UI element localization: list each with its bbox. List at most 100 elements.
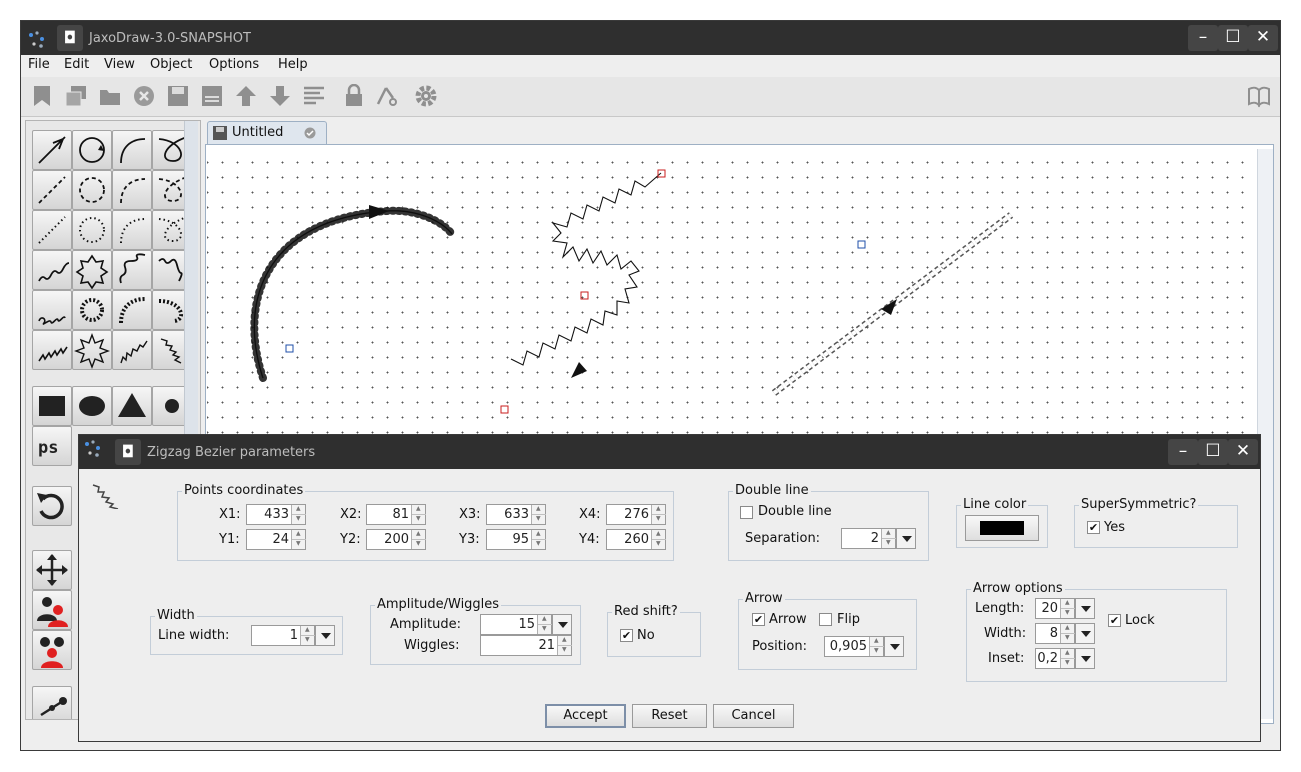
- window-menu-button[interactable]: ◘: [57, 25, 83, 51]
- duplicate-icon[interactable]: [64, 84, 88, 108]
- x3-spinner[interactable]: 633 ▲ ▼: [486, 504, 546, 525]
- scalar-loop-tool[interactable]: [72, 170, 112, 210]
- group-tool[interactable]: [32, 630, 72, 670]
- photon-arc-tool[interactable]: [112, 250, 152, 290]
- amplitude-dropdown-button[interactable]: [552, 614, 572, 635]
- connect-tool[interactable]: [32, 686, 72, 719]
- blob-tool[interactable]: [72, 386, 112, 426]
- line-width-spin-arrows[interactable]: ▲ ▼: [300, 626, 315, 645]
- close-icon[interactable]: [132, 84, 156, 108]
- position-spinner[interactable]: 0,905 ▲ ▼: [824, 636, 884, 657]
- menu-file[interactable]: File: [28, 57, 50, 72]
- undo-tool[interactable]: [32, 486, 72, 526]
- point4-handle[interactable]: [500, 405, 509, 414]
- separation-spinner[interactable]: 2 ▲ ▼: [841, 528, 896, 549]
- y2-spin-arrows[interactable]: ▲ ▼: [411, 530, 426, 549]
- tab-close-icon[interactable]: [304, 127, 316, 139]
- gluon-loop-tool[interactable]: [72, 290, 112, 330]
- arrow-length-dropdown-button[interactable]: [1075, 598, 1095, 619]
- x2-spinner[interactable]: 81 ▲ ▼: [366, 504, 426, 525]
- x1-spin-arrows[interactable]: ▲ ▼: [291, 505, 306, 524]
- dialog-minimize-button[interactable]: –: [1168, 439, 1198, 465]
- double-line-checkbox[interactable]: [740, 506, 753, 519]
- cancel-button[interactable]: Cancel: [713, 704, 794, 728]
- menu-view[interactable]: View: [104, 57, 135, 72]
- align-icon[interactable]: [302, 84, 326, 108]
- fermion-arc-tool[interactable]: [112, 130, 152, 170]
- dialog-window-menu-button[interactable]: ◘: [115, 439, 141, 465]
- zigzag-line-tool[interactable]: [32, 330, 72, 370]
- settings-icon[interactable]: [414, 84, 438, 108]
- reset-button[interactable]: Reset: [632, 704, 707, 728]
- x4-spinner[interactable]: 276 ▲ ▼: [606, 504, 666, 525]
- dialog-close-button[interactable]: ✕: [1228, 439, 1258, 465]
- y3-spinner[interactable]: 95 ▲ ▼: [486, 529, 546, 550]
- y2-spinner[interactable]: 200 ▲ ▼: [366, 529, 426, 550]
- menu-help[interactable]: Help: [278, 57, 308, 72]
- accept-button[interactable]: Accept: [545, 704, 626, 728]
- x3-spin-arrows[interactable]: ▲ ▼: [531, 505, 546, 524]
- position-spin-arrows[interactable]: ▲ ▼: [869, 637, 884, 656]
- amplitude-spinner[interactable]: 15 ▲ ▼: [480, 614, 552, 635]
- move-up-icon[interactable]: [234, 84, 258, 108]
- menu-options[interactable]: Options: [209, 57, 259, 72]
- line-width-spinner[interactable]: 1 ▲ ▼: [251, 625, 315, 646]
- gluon-arc-object[interactable]: [253, 210, 453, 379]
- amplitude-spin-arrows[interactable]: ▲ ▼: [537, 615, 552, 634]
- lock-icon[interactable]: [342, 84, 366, 108]
- box-tool[interactable]: [32, 386, 72, 426]
- line-width-dropdown-button[interactable]: [315, 625, 335, 646]
- arrow-length-spinner[interactable]: 20 ▲ ▼: [1035, 598, 1075, 619]
- ghost-arc-tool[interactable]: [112, 210, 152, 250]
- save-as-icon[interactable]: [200, 84, 224, 108]
- move-down-icon[interactable]: [268, 84, 292, 108]
- fermion-line-tool[interactable]: [32, 130, 72, 170]
- photon-line-tool[interactable]: [32, 250, 72, 290]
- fermion-loop-tool[interactable]: [72, 130, 112, 170]
- arrow-width-spinner[interactable]: 8 ▲ ▼: [1035, 623, 1075, 644]
- point2-handle[interactable]: [580, 291, 589, 300]
- control-point-handle[interactable]: [285, 344, 294, 353]
- separation-spin-arrows[interactable]: ▲ ▼: [881, 529, 896, 548]
- postscript-text-tool[interactable]: ps: [32, 426, 72, 466]
- scalar-line-tool[interactable]: [32, 170, 72, 210]
- arrow-width-dropdown-button[interactable]: [1075, 623, 1095, 644]
- maximize-button[interactable]: ☐: [1218, 25, 1248, 51]
- arrow-inset-spinner[interactable]: 0,2 ▲ ▼: [1035, 648, 1075, 669]
- x1-spinner[interactable]: 433 ▲ ▼: [246, 504, 306, 525]
- arrow-length-spin-arrows[interactable]: ▲ ▼: [1060, 599, 1075, 618]
- menu-edit[interactable]: Edit: [64, 57, 89, 72]
- wiggles-spin-arrows[interactable]: ▲ ▼: [557, 636, 572, 655]
- triangle-tool[interactable]: [112, 386, 152, 426]
- control-point-handle-2[interactable]: [857, 240, 866, 249]
- wiggles-spinner[interactable]: 21 ▲ ▼: [480, 635, 572, 656]
- position-dropdown-button[interactable]: [884, 636, 904, 657]
- zigzag-arc-tool[interactable]: [112, 330, 152, 370]
- open-folder-icon[interactable]: [98, 84, 122, 108]
- move-tool[interactable]: [32, 550, 72, 590]
- zigzag-loop-tool[interactable]: [72, 330, 112, 370]
- red-shift-checkbox[interactable]: ✔: [620, 629, 633, 642]
- zigzag-bezier-object[interactable]: [510, 172, 662, 366]
- scalar-arc-tool[interactable]: [112, 170, 152, 210]
- tab-untitled[interactable]: Untitled: [207, 121, 327, 145]
- close-window-button[interactable]: ✕: [1248, 25, 1278, 51]
- arrow-inset-dropdown-button[interactable]: [1075, 648, 1095, 669]
- point1-handle[interactable]: [657, 169, 666, 178]
- gluon-line-tool[interactable]: [32, 290, 72, 330]
- dialog-maximize-button[interactable]: ☐: [1198, 439, 1228, 465]
- y1-spin-arrows[interactable]: ▲ ▼: [291, 530, 306, 549]
- y4-spin-arrows[interactable]: ▲ ▼: [651, 530, 666, 549]
- arrow-lock-checkbox[interactable]: ✔: [1108, 614, 1121, 627]
- menu-object[interactable]: Object: [150, 57, 192, 72]
- save-icon[interactable]: [166, 84, 190, 108]
- supersymmetric-checkbox[interactable]: ✔: [1087, 521, 1100, 534]
- y4-spinner[interactable]: 260 ▲ ▼: [606, 529, 666, 550]
- manual-book-icon[interactable]: [1247, 84, 1271, 108]
- y3-spin-arrows[interactable]: ▲ ▼: [531, 530, 546, 549]
- copy-tool[interactable]: [32, 590, 72, 630]
- arrow-checkbox[interactable]: ✔: [752, 613, 765, 626]
- ghost-line-tool[interactable]: [32, 210, 72, 250]
- gluon-arc-tool[interactable]: [112, 290, 152, 330]
- photon-loop-tool[interactable]: [72, 250, 112, 290]
